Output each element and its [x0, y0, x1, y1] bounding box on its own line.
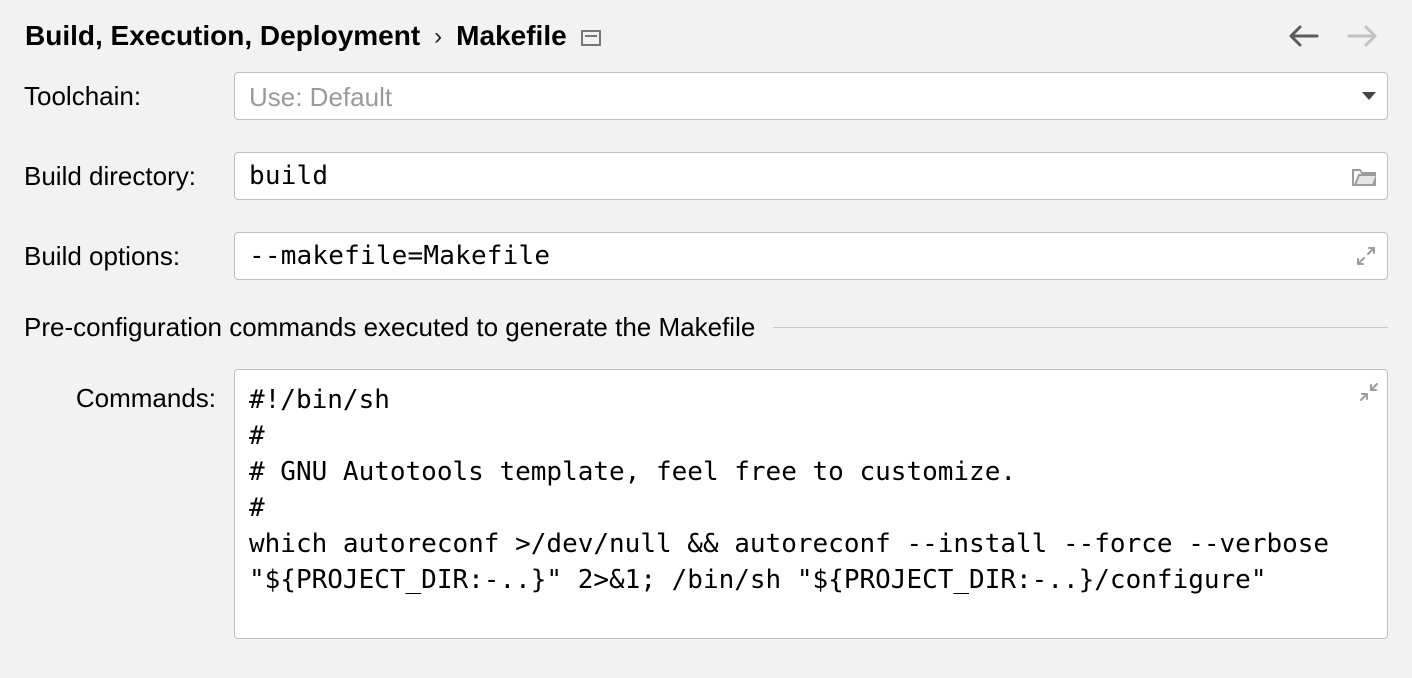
expand-icon[interactable]	[1356, 246, 1376, 266]
breadcrumb: Build, Execution, Deployment › Makefile	[25, 20, 1289, 52]
breadcrumb-separator: ›	[434, 23, 442, 51]
back-button[interactable]	[1289, 25, 1319, 47]
commands-textarea[interactable]: #!/bin/sh # # GNU Autotools template, fe…	[234, 369, 1388, 639]
commands-text: #!/bin/sh # # GNU Autotools template, fe…	[249, 382, 1347, 598]
settings-form: Toolchain: Use: Default Build directory:…	[0, 62, 1412, 639]
collapse-icon[interactable]	[1359, 378, 1379, 409]
build-directory-input[interactable]	[234, 152, 1388, 200]
preconfig-section-title: Pre-configuration commands executed to g…	[24, 312, 1388, 343]
forward-button[interactable]	[1347, 25, 1377, 47]
toolchain-select[interactable]: Use: Default	[234, 72, 1388, 120]
divider	[773, 327, 1388, 328]
build-options-row: Build options:	[24, 232, 1388, 280]
arrow-right-icon	[1347, 25, 1377, 47]
dropdown-icon	[1362, 92, 1376, 100]
nav-arrows	[1289, 25, 1387, 47]
breadcrumb-parent[interactable]: Build, Execution, Deployment	[25, 20, 420, 52]
toolchain-row: Toolchain: Use: Default	[24, 72, 1388, 120]
build-options-input[interactable]	[234, 232, 1388, 280]
build-options-label: Build options:	[24, 241, 234, 272]
build-directory-row: Build directory:	[24, 152, 1388, 200]
browse-folder-icon[interactable]	[1352, 166, 1376, 186]
commands-label: Commands:	[24, 369, 234, 639]
commands-row: Commands: #!/bin/sh # # GNU Autotools te…	[24, 369, 1388, 639]
toolchain-label: Toolchain:	[24, 81, 234, 112]
arrow-left-icon	[1289, 25, 1319, 47]
build-directory-label: Build directory:	[24, 161, 234, 192]
breadcrumb-current: Makefile	[456, 20, 567, 52]
header: Build, Execution, Deployment › Makefile	[0, 0, 1412, 62]
project-scope-icon	[581, 30, 601, 46]
